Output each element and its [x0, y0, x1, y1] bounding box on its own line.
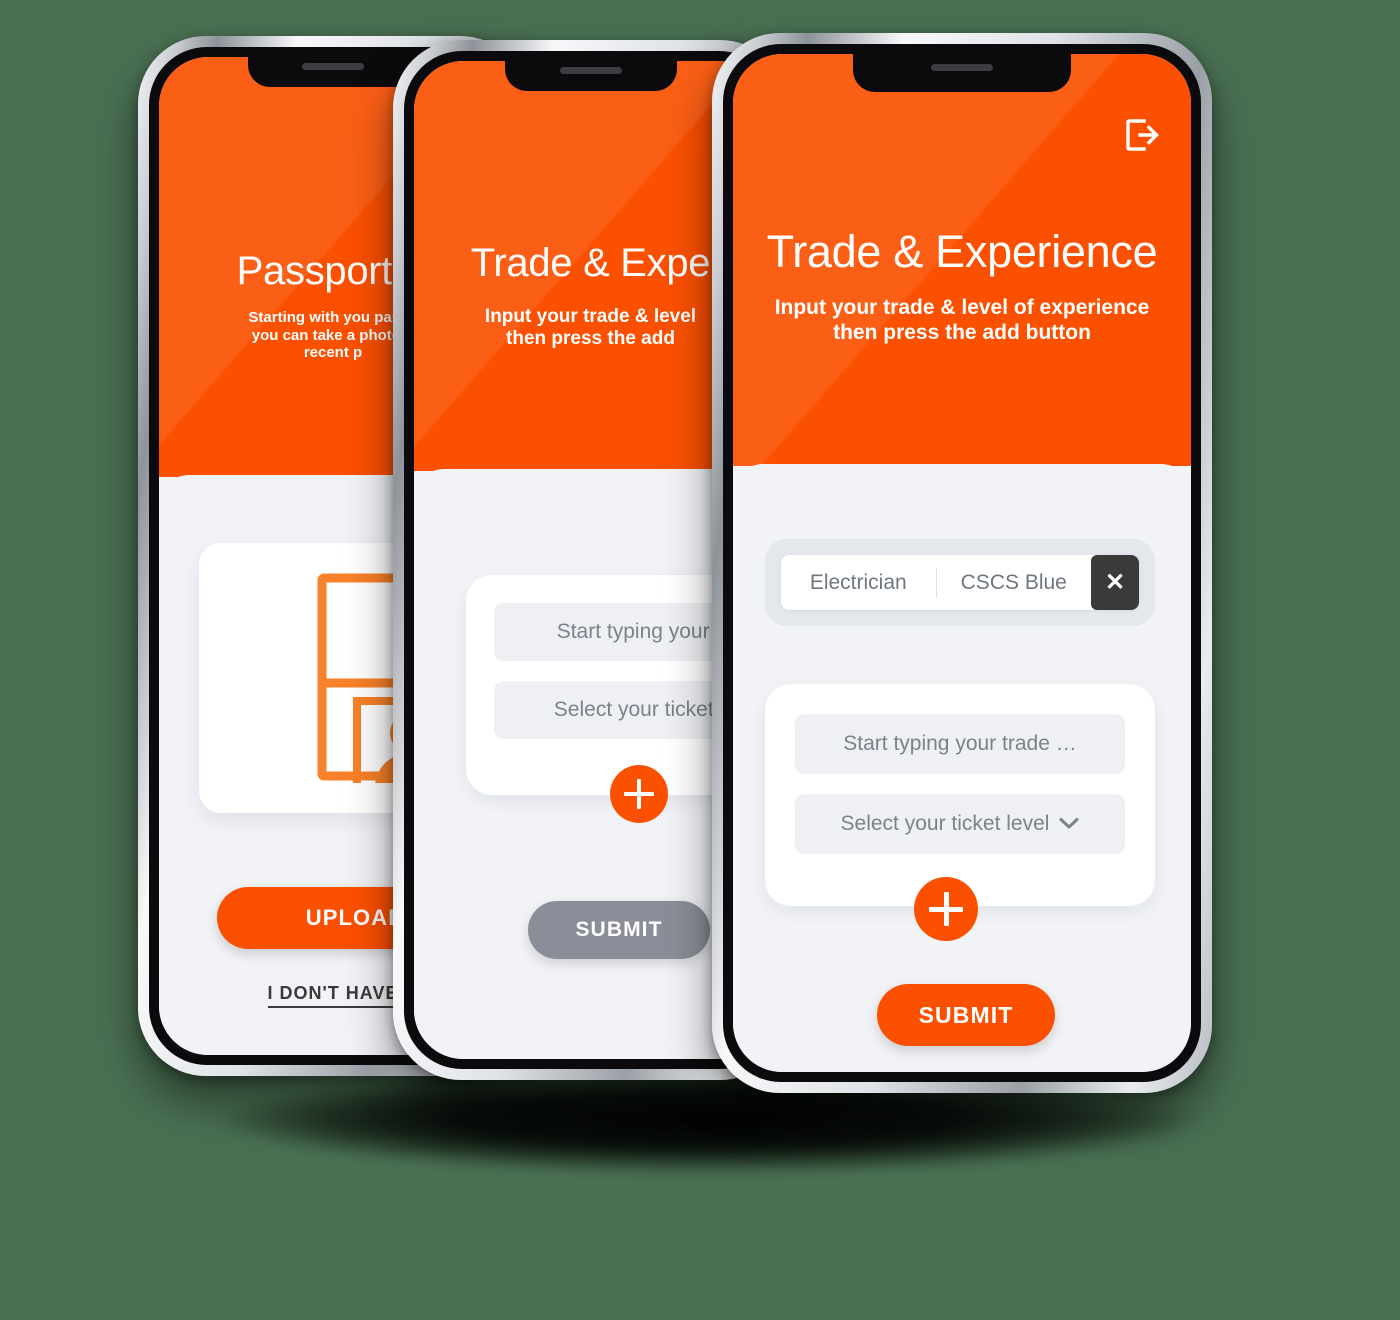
chevron-down-icon [1059, 812, 1079, 836]
notch [504, 61, 677, 91]
screen-trade-experience-filled: Trade & Experience Input your trade & le… [733, 54, 1191, 1072]
phone-bezel: Trade & Experience Input your trade & le… [723, 44, 1201, 1082]
speaker-grille [302, 62, 364, 70]
notch [248, 57, 418, 87]
speaker-grille [931, 63, 993, 71]
ticket-level-select[interactable]: Select your ticket level [795, 794, 1125, 854]
selected-trade-row: Electrician CSCS Blue ✕ [765, 539, 1155, 626]
subtitle-line-2: then press the add [506, 328, 675, 350]
content-sheet: Electrician CSCS Blue ✕ Start typing you… [733, 464, 1191, 1072]
trade-chip[interactable]: Electrician CSCS Blue ✕ [781, 555, 1139, 610]
add-icon-bar-v [943, 892, 949, 926]
page-subtitle: Input your trade & level of experience t… [733, 296, 1191, 346]
subtitle-line-1: Input your trade & level [484, 306, 697, 327]
page-title: Trade & Experience [766, 226, 1158, 277]
subtitle-line-2: then press the add button [833, 320, 1091, 344]
submit-button[interactable]: SUBMIT [528, 901, 710, 959]
chevron-down-glyph [1059, 818, 1079, 829]
chip-ticket-label: CSCS Blue [960, 570, 1067, 594]
ticket-level-label: Select your ticket level [840, 812, 1050, 835]
notch [853, 54, 1071, 92]
logout-icon-glyph [1126, 119, 1159, 151]
logout-icon[interactable] [1123, 116, 1161, 159]
add-icon-bar-v [637, 779, 641, 809]
phone-trade-experience-filled: Trade & Experience Input your trade & le… [712, 33, 1212, 1093]
no-passport-link-label: I DON'T HAVE [267, 983, 399, 1008]
subtitle-line-1: Input your trade & level of experience [774, 296, 1150, 319]
add-icon[interactable] [914, 877, 978, 941]
header-banner: Trade & Experience Input your trade & le… [733, 54, 1191, 466]
add-icon[interactable] [610, 765, 668, 823]
chip-trade-label: Electrician [809, 570, 907, 594]
remove-chip-button[interactable]: ✕ [1091, 555, 1139, 610]
submit-button[interactable]: SUBMIT [877, 984, 1055, 1046]
trade-input-card: Start typing your trade … Select your ti… [765, 684, 1155, 906]
mockup-stage: Passport V Starting with you passp you c… [0, 0, 1400, 1320]
speaker-grille [559, 66, 622, 74]
trade-input[interactable]: Start typing your trade … [795, 714, 1125, 774]
